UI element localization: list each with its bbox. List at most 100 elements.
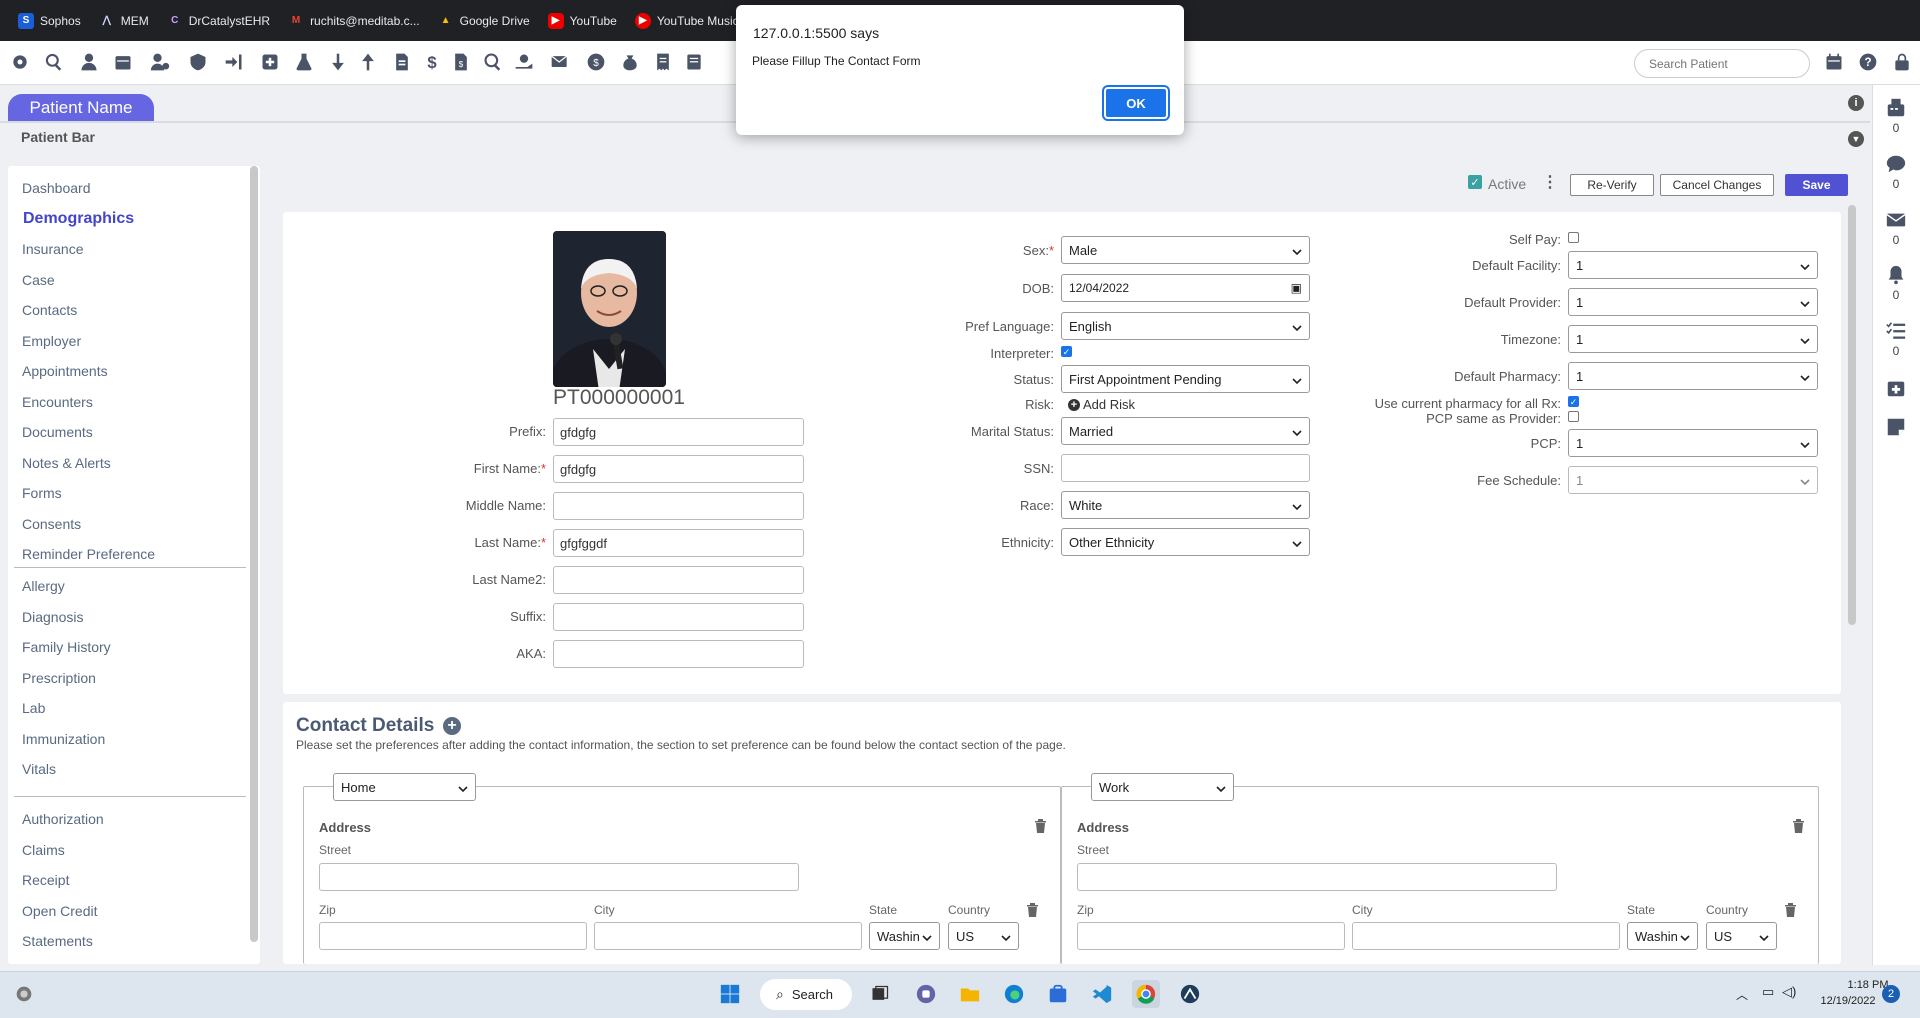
- lock-icon[interactable]: [1890, 50, 1914, 74]
- notification-badge[interactable]: 2: [1882, 985, 1900, 1003]
- timezone-select[interactable]: 1: [1568, 325, 1818, 353]
- meditab-app-icon[interactable]: [1176, 980, 1204, 1008]
- trash-icon[interactable]: [1792, 818, 1806, 834]
- search-icon[interactable]: [42, 50, 66, 74]
- search-patient-input[interactable]: [1634, 49, 1810, 78]
- ethnicity-select[interactable]: Other Ethnicity: [1061, 528, 1310, 556]
- more-vertical-icon[interactable]: ⋮: [1542, 174, 1558, 192]
- bookmark-gmail[interactable]: Mruchits@meditab.c...: [280, 13, 428, 29]
- last-name2-input[interactable]: [553, 566, 804, 594]
- user-settings-icon[interactable]: [148, 50, 172, 74]
- help-icon[interactable]: ?: [1856, 50, 1880, 74]
- self-pay-checkbox[interactable]: [1568, 232, 1579, 243]
- chrome-icon[interactable]: [1132, 980, 1160, 1008]
- login-icon[interactable]: [222, 50, 246, 74]
- race-select[interactable]: White: [1061, 491, 1310, 519]
- aka-input[interactable]: [553, 640, 804, 668]
- fax-icon[interactable]: [1884, 96, 1908, 120]
- nav-item-notes-alerts[interactable]: Notes & Alerts: [22, 455, 111, 471]
- middle-name-input[interactable]: [553, 492, 804, 520]
- volume-icon[interactable]: ◁): [1782, 984, 1796, 1000]
- add-risk-link[interactable]: + Add Risk: [1068, 397, 1135, 412]
- bookmark-sophos[interactable]: S Sophos: [10, 12, 89, 29]
- nav-item-prescription[interactable]: Prescription: [22, 670, 96, 686]
- first-name-input[interactable]: gfdgfg: [553, 455, 804, 483]
- work-state-select[interactable]: Washin: [1627, 922, 1698, 950]
- dollar-icon[interactable]: $: [420, 50, 444, 74]
- bookmark-mem[interactable]: ⋀ MEM: [91, 13, 157, 29]
- task-view-icon[interactable]: [866, 980, 894, 1008]
- invoice-icon[interactable]: $: [449, 50, 473, 74]
- work-street-input[interactable]: [1077, 863, 1557, 891]
- bookmark-youtube[interactable]: ▶ YouTube: [540, 12, 625, 29]
- settings-icon[interactable]: [8, 50, 32, 74]
- nav-item-insurance[interactable]: Insurance: [22, 241, 83, 257]
- add-contact-icon[interactable]: +: [443, 717, 461, 735]
- nav-item-lab[interactable]: Lab: [22, 700, 45, 716]
- fee-schedule-select[interactable]: 1: [1568, 466, 1818, 494]
- work-city-input[interactable]: [1352, 922, 1620, 950]
- sex-select[interactable]: Male: [1061, 236, 1310, 264]
- calendar-icon[interactable]: [111, 50, 135, 74]
- default-pharmacy-select[interactable]: 1: [1568, 362, 1818, 390]
- nav-item-demographics[interactable]: Demographics: [23, 210, 134, 228]
- trash-icon[interactable]: [1784, 902, 1798, 918]
- prefix-input[interactable]: gfdgfg: [553, 418, 804, 446]
- nav-item-contacts[interactable]: Contacts: [22, 302, 77, 318]
- calendar-grid-icon[interactable]: [1822, 50, 1846, 74]
- medical-add-icon[interactable]: [258, 50, 282, 74]
- marital-status-select[interactable]: Married: [1061, 417, 1310, 445]
- hand-money-icon[interactable]: [512, 50, 536, 74]
- nav-item-open-credit[interactable]: Open Credit: [22, 903, 97, 919]
- nav-item-encounters[interactable]: Encounters: [22, 394, 93, 410]
- pref-language-select[interactable]: English: [1061, 312, 1310, 340]
- chevron-up-icon[interactable]: ︿: [1736, 986, 1748, 1003]
- bookmark-youtube-music[interactable]: ▶ YouTube Music: [627, 12, 747, 29]
- ssn-input[interactable]: [1061, 454, 1310, 482]
- calendar-icon[interactable]: ▣: [1291, 281, 1302, 295]
- nav-item-employer[interactable]: Employer: [22, 333, 81, 349]
- default-provider-select[interactable]: 1: [1568, 288, 1818, 316]
- home-city-input[interactable]: [594, 922, 862, 950]
- suffix-input[interactable]: [553, 603, 804, 631]
- home-zip-input[interactable]: [319, 922, 587, 950]
- mail-dollar-icon[interactable]: [548, 50, 572, 74]
- nav-item-consents[interactable]: Consents: [22, 516, 81, 532]
- nav-item-statements[interactable]: Statements: [22, 933, 93, 949]
- home-country-select[interactable]: US: [948, 922, 1019, 950]
- sticky-note-icon[interactable]: [1884, 415, 1908, 439]
- weather-icon[interactable]: [10, 980, 38, 1008]
- last-name-input[interactable]: gfgfggdf: [553, 529, 804, 557]
- pcp-same-checkbox[interactable]: [1568, 411, 1579, 422]
- nav-item-documents[interactable]: Documents: [22, 424, 93, 440]
- nav-item-family-history[interactable]: Family History: [22, 639, 111, 655]
- store-icon[interactable]: [1044, 980, 1072, 1008]
- nav-item-receipt[interactable]: Receipt: [22, 872, 69, 888]
- bookmark-google-drive[interactable]: ▲ Google Drive: [430, 13, 538, 29]
- dob-input[interactable]: 12/04/2022 ▣: [1061, 274, 1310, 302]
- flask-icon[interactable]: [292, 50, 316, 74]
- patient-photo[interactable]: [553, 231, 666, 387]
- home-state-select[interactable]: Washin: [869, 922, 940, 950]
- bell-icon[interactable]: [1884, 263, 1908, 287]
- nav-item-dashboard[interactable]: Dashboard: [22, 180, 91, 196]
- cancel-changes-button[interactable]: Cancel Changes: [1660, 174, 1774, 196]
- calendar-add-icon[interactable]: [1884, 376, 1908, 400]
- file-explorer-icon[interactable]: [956, 980, 984, 1008]
- work-zip-input[interactable]: [1077, 922, 1345, 950]
- nav-item-case[interactable]: Case: [22, 272, 55, 288]
- receipt-icon[interactable]: [651, 50, 675, 74]
- mail-icon[interactable]: [1884, 208, 1908, 232]
- patient-name-tab[interactable]: Patient Name: [8, 94, 154, 122]
- nav-item-diagnosis[interactable]: Diagnosis: [22, 609, 83, 625]
- windows-start-icon[interactable]: [716, 980, 744, 1008]
- document-upload-icon[interactable]: [390, 50, 414, 74]
- reverify-button[interactable]: Re-Verify: [1570, 174, 1654, 196]
- active-checkbox[interactable]: ✓: [1468, 175, 1482, 189]
- use-current-pharmacy-checkbox[interactable]: ✓: [1568, 396, 1579, 407]
- tasks-icon[interactable]: [1884, 319, 1908, 343]
- vscode-icon[interactable]: [1088, 980, 1116, 1008]
- chevron-down-icon[interactable]: ▼: [1848, 131, 1864, 147]
- shield-icon[interactable]: [186, 50, 210, 74]
- arrow-down-icon[interactable]: [326, 50, 350, 74]
